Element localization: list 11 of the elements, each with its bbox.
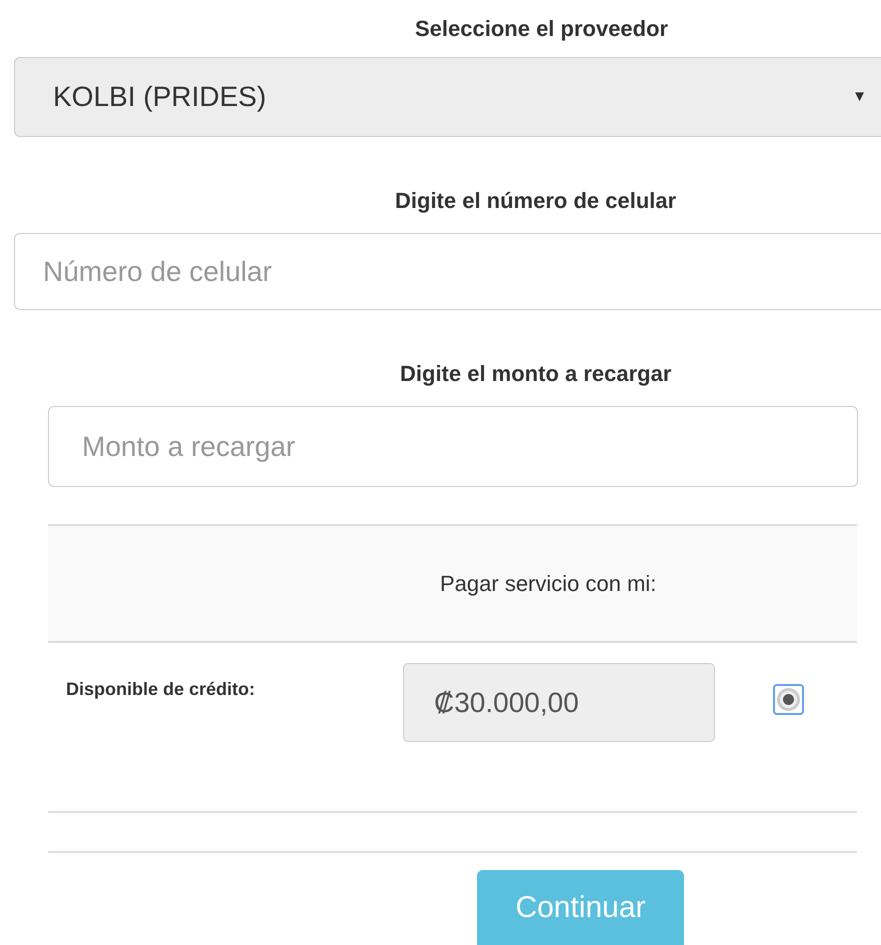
credit-amount-field: ₡30.000,00 [403, 663, 715, 742]
dropdown-arrow-icon: ▼ [852, 86, 867, 108]
amount-label: Digite el monto a recargar [400, 360, 672, 388]
provider-label: Seleccione el proveedor [415, 15, 668, 43]
table-header-text: Pagar servicio con mi: [440, 570, 656, 598]
phone-field[interactable]: Número de celular [14, 233, 881, 310]
amount-field[interactable]: Monto a recargar [48, 406, 858, 487]
radio-button[interactable] [773, 684, 804, 715]
credit-label: Disponible de crédito: [66, 678, 256, 701]
provider-select[interactable]: KOLBI (PRIDES) ▼ [14, 57, 881, 137]
phone-label: Digite el número de celular [395, 187, 676, 215]
